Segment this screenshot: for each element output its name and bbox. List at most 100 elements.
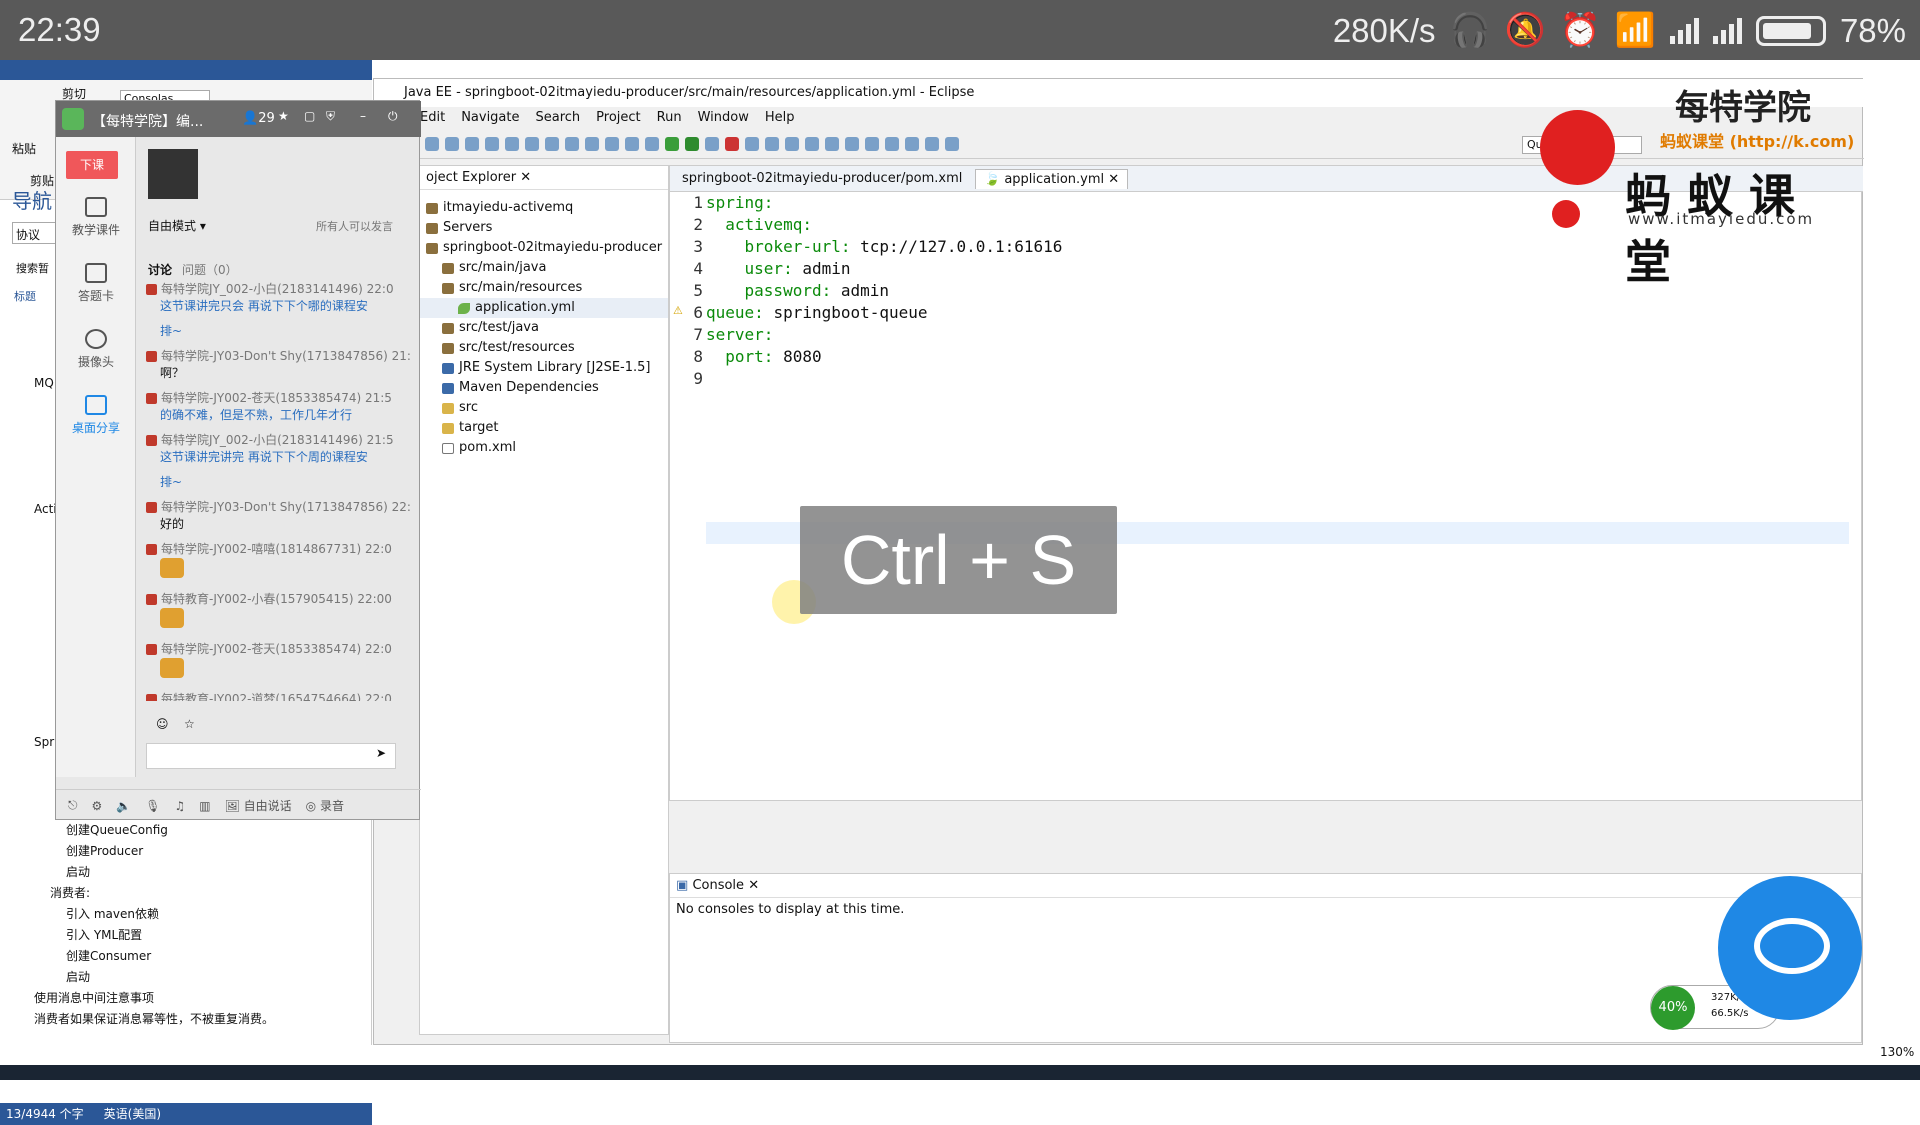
menu-window[interactable]: Window — [698, 110, 749, 126]
toolbar-icon[interactable] — [625, 137, 639, 151]
end-class-button[interactable]: 下课 — [66, 151, 118, 179]
close-icon[interactable]: ✕ — [1108, 172, 1119, 187]
tree-item[interactable]: springboot-02itmayiedu-producer — [420, 238, 668, 258]
toolbar-icon[interactable] — [545, 137, 559, 151]
tree-item[interactable]: src/main/java — [420, 258, 668, 278]
toolbar-icon[interactable] — [845, 137, 859, 151]
power-icon[interactable]: ⏻ — [388, 109, 398, 124]
outline-item[interactable]: Acti — [34, 502, 57, 516]
outline-item[interactable]: 消费者: — [0, 883, 274, 904]
outline-item[interactable]: 启动 — [0, 967, 274, 988]
settings-icon[interactable]: ⚙ — [92, 799, 103, 813]
toolbar-icon[interactable] — [825, 137, 839, 151]
tree-item[interactable]: pom.xml — [420, 438, 668, 458]
paste-button[interactable]: 粘贴 — [12, 140, 36, 157]
floating-chat-icon[interactable] — [1718, 876, 1862, 1020]
tab-application-yml[interactable]: 🍃 application.yml ✕ — [975, 169, 1129, 189]
answer-card-button[interactable]: 答题卡 — [56, 263, 136, 304]
free-talk-button[interactable]: 🖼 自由说话 — [225, 797, 292, 814]
save-all-icon[interactable] — [445, 137, 459, 151]
close-icon[interactable]: ✕ — [520, 170, 531, 185]
debug-icon[interactable] — [665, 137, 679, 151]
toolbar-icon[interactable] — [865, 137, 879, 151]
language-status[interactable]: 英语(美国) — [104, 1105, 161, 1123]
music-icon[interactable]: ♫ — [174, 799, 185, 813]
close-icon[interactable]: ✕ — [748, 878, 759, 893]
toolbar-icon[interactable] — [645, 137, 659, 151]
menu-search[interactable]: Search — [536, 110, 581, 126]
word-ribbon-tabs[interactable] — [0, 60, 372, 80]
warning-icon[interactable]: ⚠ — [673, 304, 683, 317]
stop-icon[interactable] — [725, 137, 739, 151]
tab-discussion[interactable]: 讨论 — [148, 261, 172, 278]
chat-input[interactable] — [146, 743, 396, 769]
word-count[interactable]: 13/4944 个字 — [6, 1105, 84, 1123]
speak-mode-select[interactable]: 自由模式 ▾ — [148, 217, 206, 234]
toolbar-icon[interactable] — [525, 137, 539, 151]
outline-item[interactable]: Spr — [34, 735, 54, 749]
code-line[interactable] — [706, 368, 1856, 390]
tree-item[interactable]: src/test/resources — [420, 338, 668, 358]
toolbar-icon[interactable] — [465, 137, 479, 151]
tree-item[interactable]: JRE System Library [J2SE-1.5] — [420, 358, 668, 378]
toolbar-icon[interactable] — [605, 137, 619, 151]
menu-navigate[interactable]: Navigate — [461, 110, 519, 126]
outline-item[interactable]: 创建Consumer — [0, 946, 274, 967]
windows-taskbar[interactable] — [0, 1065, 1920, 1080]
tree-item[interactable]: src/test/java — [420, 318, 668, 338]
favorite-icon[interactable]: ☆ — [184, 717, 195, 731]
tree-item[interactable]: src/main/resources — [420, 278, 668, 298]
tree-item[interactable]: application.yml — [420, 298, 668, 318]
toolbar-icon[interactable] — [925, 137, 939, 151]
outline-item[interactable]: 使用消息中间注意事项 — [0, 988, 274, 1009]
tree-item[interactable]: target — [420, 418, 668, 438]
outline-item[interactable]: 创建Producer — [0, 841, 274, 862]
microphone-icon[interactable]: 🎙 — [145, 799, 160, 813]
send-icon[interactable]: ➤ — [376, 746, 386, 760]
toolbar-icon[interactable] — [485, 137, 499, 151]
toolbar-icon[interactable] — [805, 137, 819, 151]
run-icon[interactable] — [685, 137, 699, 151]
camera-button[interactable]: 摄像头 — [56, 329, 136, 370]
tree-item[interactable]: src — [420, 398, 668, 418]
code-line[interactable]: server: — [706, 324, 1856, 346]
toolbar-icon[interactable] — [705, 137, 719, 151]
toolbar-icon[interactable] — [745, 137, 759, 151]
tree-item[interactable]: itmayiedu-activemq — [420, 198, 668, 218]
outline-item[interactable]: 引入 maven依赖 — [0, 904, 274, 925]
exit-icon[interactable]: ⎋ — [68, 798, 78, 813]
outline-item[interactable]: 启动 — [0, 862, 274, 883]
shield-icon[interactable]: ⛨ — [326, 109, 335, 124]
minimize-icon[interactable]: – — [360, 109, 366, 123]
menu-help[interactable]: Help — [765, 110, 795, 126]
nav-search-input[interactable]: 协议 — [12, 222, 56, 244]
outline-item[interactable]: 引入 YML配置 — [0, 925, 274, 946]
speaker-icon[interactable]: 🔈 — [116, 799, 131, 813]
menu-edit[interactable]: Edit — [420, 110, 445, 126]
courseware-button[interactable]: 教学课件 — [56, 197, 136, 238]
toolbar-icon[interactable] — [585, 137, 599, 151]
code-line[interactable]: port: 8080 — [706, 346, 1856, 368]
outline-item[interactable]: 创建QueueConfig — [0, 820, 274, 841]
outline-item[interactable]: 消费者如果保证消息幂等性，不被重复消费。 — [0, 1009, 274, 1030]
toolbar-icon[interactable] — [785, 137, 799, 151]
emoji-icon[interactable]: ☺ — [156, 717, 169, 731]
toolbar-icon[interactable] — [945, 137, 959, 151]
toolbar-icon[interactable] — [505, 137, 519, 151]
window-icon[interactable]: ▢ — [304, 109, 315, 123]
message-list[interactable]: 每特学院JY_002-小白(2183141496) 22:0 这节课讲完只会 再说… — [146, 281, 416, 701]
console-tab[interactable]: ▣ Console ✕ — [670, 874, 1861, 898]
menu-run[interactable]: Run — [657, 110, 682, 126]
desktop-share-button[interactable]: 桌面分享 — [56, 395, 136, 436]
toolbar-icon[interactable] — [905, 137, 919, 151]
tab-pom-xml[interactable]: springboot-02itmayiedu-producer/pom.xml — [674, 169, 970, 188]
star-icon[interactable]: ★ — [278, 109, 289, 123]
record-button[interactable]: ◎ 录音 — [306, 797, 344, 814]
tree-item[interactable]: Maven Dependencies — [420, 378, 668, 398]
tree-item[interactable]: Servers — [420, 218, 668, 238]
outline-item[interactable]: MQ — [34, 376, 54, 390]
code-line[interactable]: queue: springboot-queue — [706, 302, 1856, 324]
toolbar-icon[interactable] — [765, 137, 779, 151]
toolbar-icon[interactable] — [565, 137, 579, 151]
menu-project[interactable]: Project — [596, 110, 640, 126]
